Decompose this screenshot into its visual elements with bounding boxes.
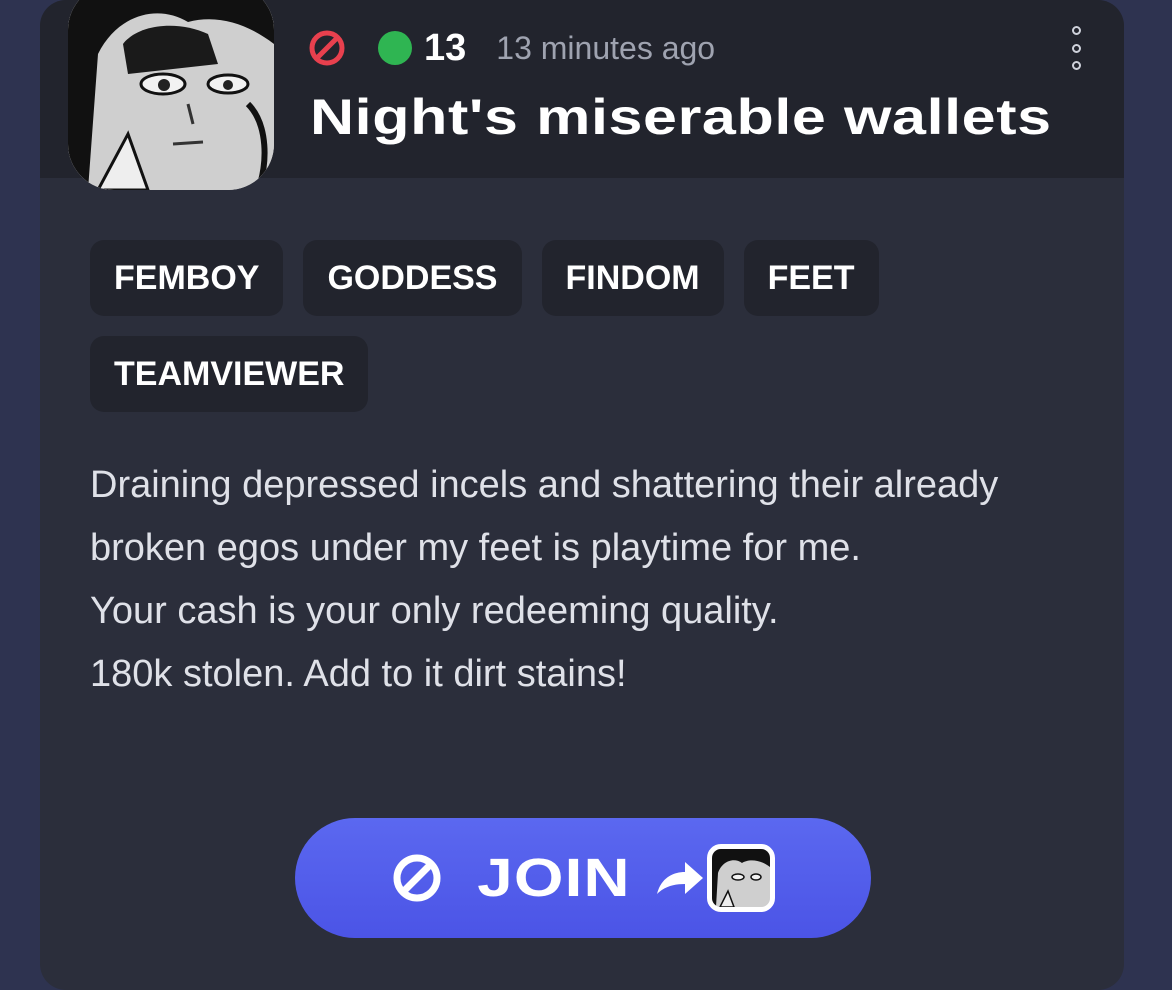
server-thumbnail bbox=[707, 844, 776, 912]
join-label: JOIN bbox=[477, 848, 631, 908]
tag[interactable]: TEAMVIEWER bbox=[90, 336, 369, 412]
description-line: 180k stolen. Add to it dirt stains! bbox=[90, 653, 627, 695]
tag-list: FEMBOY GODDESS FINDOM FEET TEAMVIEWER bbox=[90, 240, 990, 412]
description-line: Your cash is your only redeeming quality… bbox=[90, 590, 779, 632]
member-count: 13 bbox=[424, 26, 467, 69]
share-arrow-icon bbox=[655, 858, 705, 898]
join-button[interactable]: JOIN bbox=[295, 818, 871, 938]
server-card: 13 13 minutes ago Night's miserable wall… bbox=[40, 0, 1124, 990]
tag[interactable]: FEET bbox=[743, 240, 879, 316]
description-line: Draining depressed incels and shattering… bbox=[90, 464, 999, 569]
tag[interactable]: FEMBOY bbox=[90, 240, 284, 316]
tag[interactable]: GODDESS bbox=[303, 240, 522, 316]
ban-icon bbox=[391, 852, 443, 904]
online-dot-icon bbox=[378, 31, 412, 65]
server-title: Night's miserable wallets bbox=[310, 89, 1052, 145]
meta-row: 13 13 minutes ago bbox=[308, 26, 715, 70]
more-vertical-icon[interactable] bbox=[1066, 26, 1086, 70]
server-avatar[interactable] bbox=[68, 0, 274, 190]
time-ago: 13 minutes ago bbox=[496, 29, 716, 66]
tag[interactable]: FINDOM bbox=[541, 240, 724, 316]
ban-icon bbox=[308, 29, 346, 67]
server-description: Draining depressed incels and shattering… bbox=[90, 454, 1080, 706]
